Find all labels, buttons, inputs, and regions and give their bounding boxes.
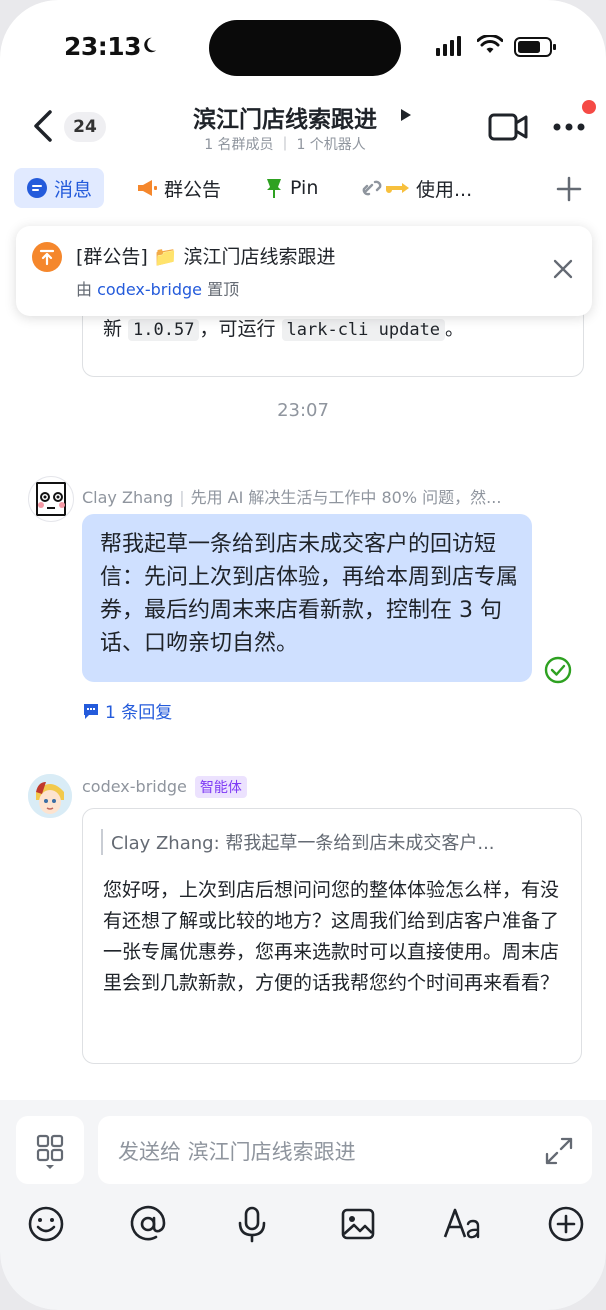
phone-frame: 23:13 24 滨江门店线索跟进 1 名群成员 ｜ 1 个机器人 消息 群公告… [0, 0, 606, 1310]
command-code: lark-cli update [281, 319, 446, 341]
message-card[interactable]: Clay Zhang: 帮我起草一条给到店未成交客户... 您好呀，上次到店后想… [82, 808, 582, 1064]
previous-message-text: 新 1.0.57 ，可运行 lark-cli update。 [103, 314, 464, 341]
message-list[interactable]: 新 1.0.57 ，可运行 lark-cli update。 [群公告] 📁 滨江… [0, 220, 606, 1100]
avatar-clay-zhang[interactable] [28, 476, 74, 522]
sender-line: codex-bridge 智能体 [82, 776, 247, 798]
text-fragment: 置顶 [201, 280, 240, 299]
pinned-by-user[interactable]: codex-bridge [97, 280, 202, 299]
agent-badge: 智能体 [194, 776, 247, 798]
text-fragment: 。 [445, 318, 465, 340]
message-text: 帮我起草一条给到店未成交客户的回访短信：先问上次到店体验，再给本周到店专属券，最… [100, 532, 519, 656]
reply-count: 1 条回复 [105, 703, 173, 723]
text-fragment: ，可运行 [199, 318, 282, 340]
pinned-top-icon [32, 242, 62, 272]
battery-icon [514, 37, 556, 57]
tab-label: 群公告 [164, 178, 222, 201]
plus-icon[interactable] [546, 1204, 586, 1244]
unread-count-badge[interactable]: 24 [64, 112, 106, 142]
tab-announcement[interactable]: 群公告 [136, 168, 221, 208]
composer-area: 发送给 滨江门店线索跟进 [0, 1100, 606, 1310]
read-check-icon [544, 656, 572, 684]
tab-pin[interactable]: Pin [264, 168, 318, 208]
text-fragment: 由 [76, 280, 98, 299]
emoji-icon[interactable] [26, 1204, 66, 1244]
tab-usage[interactable]: 使用... [362, 168, 472, 208]
apps-button[interactable] [16, 1116, 84, 1184]
tab-label: 使用... [416, 178, 473, 201]
moon-icon [144, 37, 157, 53]
dynamic-island [209, 20, 401, 76]
status-bar: 23:13 [0, 0, 606, 96]
pin-icon [264, 177, 284, 199]
microphone-icon[interactable] [232, 1204, 272, 1244]
message-icon [26, 177, 48, 199]
video-call-icon[interactable] [488, 112, 528, 142]
text-fragment: 新 [103, 318, 129, 340]
megaphone-icon [136, 177, 158, 199]
message-input[interactable]: 发送给 滨江门店线索跟进 [98, 1116, 592, 1184]
grid-icon [36, 1134, 64, 1169]
thread-icon [84, 703, 98, 719]
chat-header: 24 滨江门店线索跟进 1 名群成员 ｜ 1 个机器人 [0, 96, 606, 162]
tab-label: 消息 [54, 178, 93, 201]
mention-icon[interactable] [128, 1204, 168, 1244]
add-tab-icon[interactable] [556, 176, 582, 202]
message-text: 您好呀，上次到店后想问问您的整体体验怎么样，有没有还想了解或比较的地方？这周我们… [103, 879, 560, 994]
chat-title[interactable]: 滨江门店线索跟进 [150, 100, 420, 134]
message-bubble[interactable]: 帮我起草一条给到店未成交客户的回访短信：先问上次到店体验，再给本周到店专属券，最… [82, 514, 532, 682]
sender-line: Clay Zhang | 先用 AI 解决生活与工作中 80% 问题，然... [82, 484, 501, 508]
tab-messages[interactable]: 消息 [14, 168, 105, 208]
chat-subtitle: 1 名群成员 ｜ 1 个机器人 [204, 137, 366, 153]
tab-bar: 消息 群公告 Pin 使用... [0, 162, 606, 220]
expand-icon[interactable] [544, 1136, 574, 1166]
message-timestamp: 23:07 [277, 400, 329, 421]
sender-signature: 先用 AI 解决生活与工作中 80% 问题，然... [190, 488, 502, 507]
input-placeholder: 发送给 滨江门店线索跟进 [118, 1140, 356, 1164]
version-code: 1.0.57 [128, 319, 200, 341]
font-icon[interactable] [442, 1204, 482, 1244]
status-time: 23:13 [64, 32, 142, 61]
avatar-codex-bridge[interactable] [28, 774, 72, 818]
pinned-announcement-banner[interactable]: [群公告] 📁 滨江门店线索跟进 由 codex-bridge 置顶 [16, 226, 592, 316]
link-icon [362, 177, 410, 199]
sender-name[interactable]: Clay Zhang [82, 488, 173, 507]
pinned-title: [群公告] 📁 滨江门店线索跟进 [76, 246, 336, 268]
signal-icon [436, 36, 461, 56]
close-icon[interactable] [552, 258, 574, 280]
wifi-icon [477, 35, 503, 53]
thread-replies-link[interactable]: 1 条回复 [82, 698, 172, 723]
more-icon[interactable] [552, 122, 586, 132]
back-icon[interactable] [30, 108, 56, 144]
sender-name[interactable]: codex-bridge [82, 777, 187, 796]
pinned-by: 由 codex-bridge 置顶 [76, 276, 239, 300]
triangle-right-icon[interactable] [400, 108, 412, 122]
notification-dot [582, 100, 596, 114]
quoted-message[interactable]: Clay Zhang: 帮我起草一条给到店未成交客户... [101, 829, 571, 855]
separator: | [179, 488, 185, 507]
image-icon[interactable] [338, 1204, 378, 1244]
tab-label: Pin [290, 177, 319, 199]
